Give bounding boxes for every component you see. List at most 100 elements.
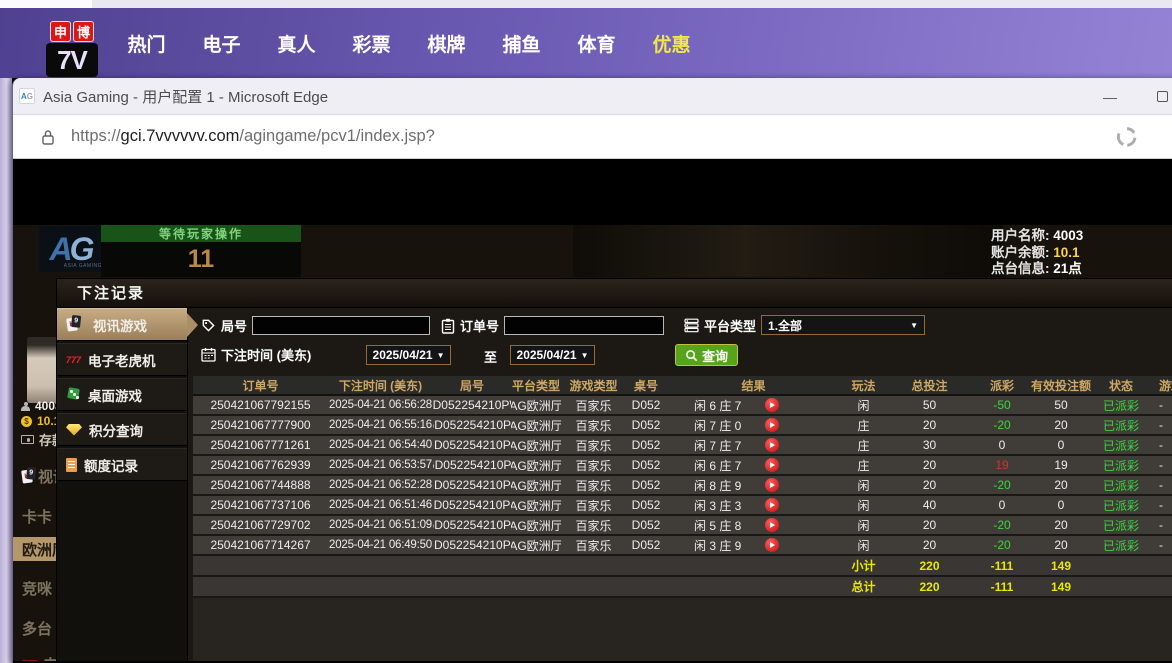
cell-valid-bet: 50 [1031, 396, 1091, 414]
platform-select[interactable]: 1.全部 ▼ [761, 315, 925, 335]
filters: 局号 订单号 [188, 308, 1172, 368]
replay-play-button[interactable] [765, 478, 779, 492]
user-info-line: 点台信息: 21点 [991, 261, 1172, 278]
nav-item[interactable]: 捕鱼 [484, 30, 559, 57]
replay-play-button[interactable] [765, 498, 779, 512]
cards-icon [66, 317, 86, 332]
title-bar: AG Asia Gaming - 用户配置 1 - Microsoft Edge… [13, 78, 1172, 115]
table-filler [193, 598, 1172, 661]
total-label: 总计 [841, 577, 886, 596]
cell-result: 闲 3 庄 9 [666, 536, 841, 554]
replay-play-button[interactable] [765, 398, 779, 412]
cell-valid-bet: 20 [1031, 536, 1091, 554]
status-badge: 已派彩 [1091, 536, 1151, 554]
to-label: 至 [484, 347, 497, 366]
sidebar-item-video-games[interactable]: 视讯游戏 [57, 308, 187, 341]
nav-item[interactable]: 优惠 [634, 30, 709, 57]
replay-play-button[interactable] [765, 438, 779, 452]
cell-order-number: 250421067777900 [193, 416, 328, 434]
sidebar-item-points-query[interactable]: 积分查询 [57, 413, 187, 446]
cell-platform: AG欧洲厅 [511, 476, 561, 494]
table-header-cell: 订单号 [193, 376, 328, 394]
cell-total-bet: 50 [886, 396, 973, 414]
bet-time-filter: 下注时间 (美东) [201, 345, 311, 364]
cell-round-number: GD052254210PR [433, 476, 511, 494]
platform-label: 平台类型 [704, 316, 756, 335]
nav-item[interactable]: 棋牌 [409, 30, 484, 57]
order-input[interactable] [504, 316, 664, 335]
url-bar[interactable]: https://gci.7vvvvvv.com/agingame/pcv1/in… [13, 115, 1172, 159]
cell-game-type: 百家乐 [561, 436, 626, 454]
table-body: 250421067792155 2025-04-21 06:56:28 GD05… [193, 396, 1172, 556]
table-header-row: 订单号下注时间 (美东)局号平台类型游戏类型桌号结果玩法总投注派彩有效投注额状态… [193, 376, 1172, 396]
window-title: Asia Gaming - 用户配置 1 - Microsoft Edge [43, 86, 328, 107]
sidebar-item-slot-machines[interactable]: 电子老虎机 [57, 343, 187, 376]
ag-logo: AG ASIA GAMING [39, 226, 105, 272]
cell-payout: -20 [973, 536, 1031, 554]
refresh-icon[interactable] [1116, 126, 1138, 148]
cell-bet-time: 2025-04-21 06:53:57 [328, 456, 433, 474]
lock-icon[interactable] [41, 128, 55, 146]
page-background-strip [0, 78, 12, 663]
browser-tab[interactable] [0, 0, 92, 8]
cell-platform: AG欧洲厅 [511, 396, 561, 414]
cell-game-type: 百家乐 [561, 416, 626, 434]
bets-table: 订单号下注时间 (美东)局号平台类型游戏类型桌号结果玩法总投注派彩有效投注额状态… [193, 376, 1172, 598]
cell-valid-bet: 0 [1031, 436, 1091, 454]
cell-valid-bet: 19 [1031, 456, 1091, 474]
logo-badges: 申 博 [50, 21, 94, 42]
cell-order-number: 250421067762939 [193, 456, 328, 474]
cell-valid-bet: 20 [1031, 476, 1091, 494]
site-header: 申 博 7V com 热门电子真人彩票棋牌捕鱼体育优惠 [0, 8, 1172, 78]
cell-total-bet: 20 [886, 416, 973, 434]
replay-play-button[interactable] [765, 418, 779, 432]
cell-game-extra: - [1151, 436, 1172, 454]
nav-item[interactable]: 真人 [259, 30, 334, 57]
cell-game-type: 百家乐 [561, 396, 626, 414]
table-header-cell: 平台类型 [511, 376, 561, 394]
status-badge: 已派彩 [1091, 396, 1151, 414]
cell-game-type: 百家乐 [561, 456, 626, 474]
cell-total-bet: 20 [886, 476, 973, 494]
cell-valid-bet: 20 [1031, 416, 1091, 434]
wait-box: 等待玩家操作 11 [101, 225, 301, 277]
cell-game-extra: - [1151, 516, 1172, 534]
nav-item[interactable]: 体育 [559, 30, 634, 57]
ag-favicon: AG [19, 88, 35, 104]
search-button[interactable]: 查询 [675, 344, 738, 366]
cell-table-number: D052 [626, 456, 666, 474]
cell-bet-time: 2025-04-21 06:49:50 [328, 536, 433, 554]
cell-payout: 19 [973, 456, 1031, 474]
subtotal-valid: 149 [1031, 556, 1091, 575]
cell-table-number: D052 [626, 536, 666, 554]
cell-round-number: GD052254210PN [433, 536, 511, 554]
round-input[interactable] [252, 316, 430, 335]
sidebar-item-table-games[interactable]: 桌面游戏 [57, 378, 187, 411]
cell-round-number: GD052254210PW [433, 396, 511, 414]
logo-badge-shen: 申 [50, 21, 71, 42]
maximize-button[interactable] [1144, 78, 1172, 115]
subtotal-bet: 220 [886, 556, 973, 575]
slots-777-icon [22, 659, 37, 661]
cards-icon [21, 469, 33, 483]
cell-play-method: 闲 [841, 516, 886, 534]
replay-play-button[interactable] [765, 518, 779, 532]
nav-item[interactable]: 彩票 [334, 30, 409, 57]
replay-play-button[interactable] [765, 538, 779, 552]
cell-total-bet: 20 [886, 456, 973, 474]
modal-main: 局号 订单号 [188, 308, 1172, 661]
nav-item[interactable]: 电子 [184, 30, 259, 57]
table-header-cell: 派彩 [973, 376, 1031, 394]
logo-badge-bo: 博 [73, 21, 94, 42]
minimize-button[interactable]: — [1092, 78, 1128, 115]
date-to-select[interactable]: 2025/04/21 ▼ [510, 345, 595, 365]
cell-bet-time: 2025-04-21 06:51:46 [328, 496, 433, 514]
date-from-select[interactable]: 2025/04/21 ▼ [366, 345, 451, 365]
table-row: 250421067792155 2025-04-21 06:56:28 GD05… [193, 396, 1172, 416]
replay-play-button[interactable] [765, 458, 779, 472]
sidebar-item-quota-records[interactable]: 额度记录 [57, 448, 187, 481]
modal-body: 视讯游戏 电子老虎机 桌面游戏 积分查询 [57, 308, 1172, 661]
nav-item[interactable]: 热门 [109, 30, 184, 57]
cell-round-number: GD052254210PP [433, 516, 511, 534]
wait-banner: 等待玩家操作 [101, 225, 301, 242]
